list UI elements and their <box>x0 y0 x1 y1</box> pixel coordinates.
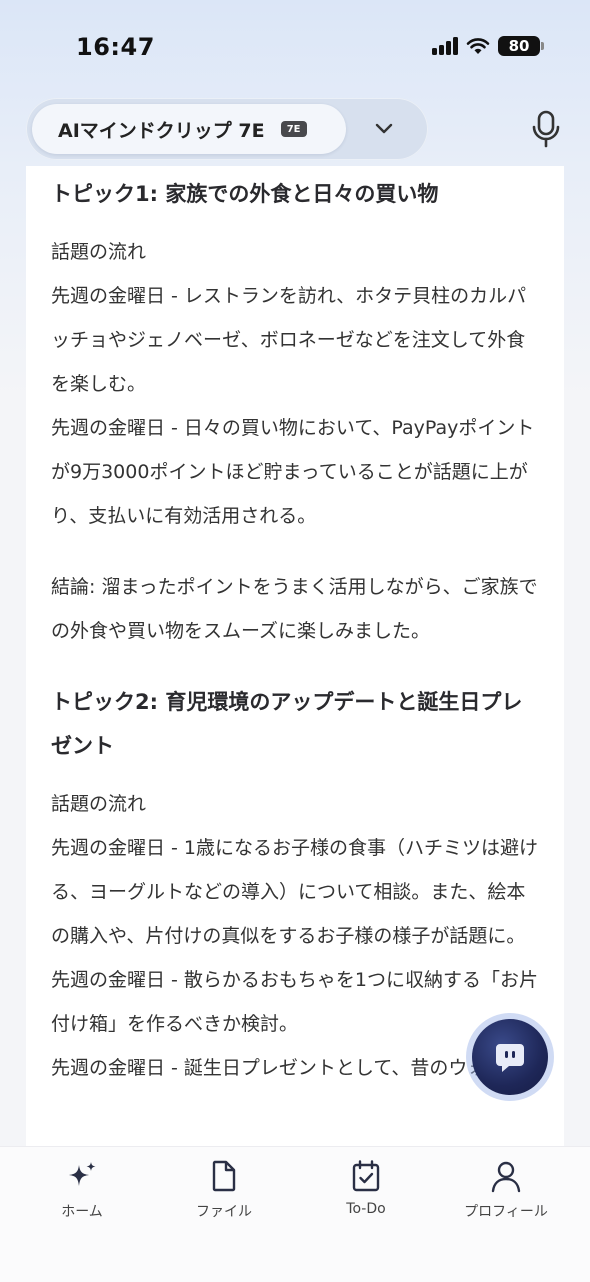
file-icon <box>212 1160 236 1192</box>
status-icons: 80 <box>432 36 544 56</box>
wifi-icon <box>466 38 490 54</box>
nav-profile[interactable]: プロフィール <box>446 1159 566 1221</box>
topic2-title: トピック2: 育児環境のアップデートと誕生日プレゼント <box>51 690 523 758</box>
microphone-icon[interactable] <box>530 110 562 148</box>
chevron-down-icon[interactable] <box>372 117 396 141</box>
nav-todo-label: To-Do <box>346 1201 386 1217</box>
summary-text: トピック1: 家族での外食と日々の買い物 話題の流れ 先週の金曜日 - レストラ… <box>51 166 543 1090</box>
sparkle-icon <box>69 1162 96 1186</box>
topic1-title: トピック1: 家族での外食と日々の買い物 <box>51 182 439 206</box>
nav-home[interactable]: ホーム <box>22 1159 142 1221</box>
status-bar: 16:47 80 <box>0 0 590 90</box>
nav-file-label: ファイル <box>196 1204 252 1220</box>
calendar-check-icon <box>352 1160 380 1192</box>
topic1-item1: 先週の金曜日 - レストランを訪れ、ホタテ貝柱のカルパッチョやジェノベーゼ、ボロ… <box>51 285 527 395</box>
chat-button[interactable] <box>472 1019 548 1095</box>
nav-todo[interactable]: To-Do <box>306 1159 426 1217</box>
model-badge: 7E <box>280 121 307 137</box>
topic1-flow-label: 話題の流れ <box>51 241 147 263</box>
model-name: AIマインドクリップ 7E <box>58 119 265 142</box>
battery-icon: 80 <box>498 36 544 56</box>
cellular-signal-icon <box>432 37 458 55</box>
summary-content[interactable]: トピック1: 家族での外食と日々の買い物 話題の流れ 先週の金曜日 - レストラ… <box>26 166 564 1146</box>
chat-bubble-icon <box>496 1044 524 1072</box>
nav-profile-label: プロフィール <box>464 1204 548 1220</box>
topic2-item2: 先週の金曜日 - 散らかるおもちゃを1つに収納する「お片付け箱」を作るべきか検討… <box>51 969 539 1035</box>
nav-home-label: ホーム <box>61 1204 103 1220</box>
nav-file[interactable]: ファイル <box>164 1159 284 1221</box>
status-time: 16:47 <box>76 33 155 61</box>
topic2-item1: 先週の金曜日 - 1歳になるお子様の食事（ハチミツは避ける、ヨーグルトなどの導入… <box>51 837 539 947</box>
topic1-item2: 先週の金曜日 - 日々の買い物において、PayPayポイントが9万3000ポイン… <box>51 417 535 527</box>
model-selector-button[interactable]: AIマインドクリップ 7E 7E <box>32 104 346 154</box>
bottom-navigation: ホーム ファイル To-Do プロフィール <box>0 1146 590 1282</box>
person-icon <box>491 1161 521 1193</box>
topic1-conclusion: 結論: 溜まったポイントをうまく活用しながら、ご家族での外食や買い物をスムーズに… <box>51 576 538 642</box>
topic2-flow-label: 話題の流れ <box>51 793 147 815</box>
